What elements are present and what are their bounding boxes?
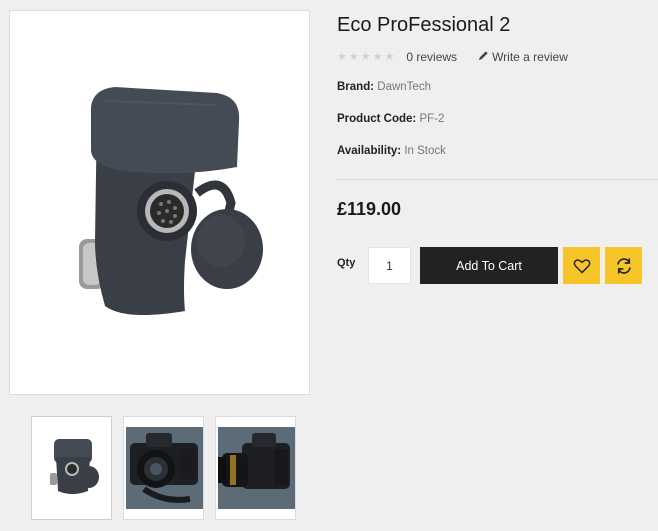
star-icon: ★: [384, 51, 395, 63]
thumbnail-camera-side[interactable]: [215, 416, 296, 520]
brand-row: Brand: DawnTech: [337, 81, 431, 93]
thumbnail-adapter[interactable]: [31, 416, 112, 520]
star-icon: ★: [337, 51, 347, 63]
rating-row: ★ ★ ★ ★ ★ 0 reviews Write a review: [337, 50, 568, 64]
compare-button[interactable]: [605, 247, 642, 284]
refresh-icon: [616, 257, 631, 274]
availability-row: Availability: In Stock: [337, 145, 446, 157]
product-code-value: PF-2: [419, 113, 445, 125]
star-rating: ★ ★ ★ ★ ★: [337, 51, 394, 63]
brand-label: Brand:: [337, 81, 375, 93]
availability-label: Availability:: [337, 145, 402, 157]
main-product-image[interactable]: [9, 10, 310, 395]
qty-input[interactable]: [368, 247, 411, 284]
product-price: £119.00: [337, 199, 402, 219]
star-icon: ★: [360, 51, 371, 63]
pencil-icon: [478, 50, 489, 64]
thumbnail-camera-front[interactable]: [123, 416, 204, 520]
add-to-cart-button[interactable]: Add To Cart: [420, 247, 558, 284]
divider: [337, 179, 658, 180]
qty-label: Qty: [337, 257, 356, 269]
product-code-label: Product Code:: [337, 113, 417, 125]
thumbnail-strip: [31, 416, 296, 520]
availability-value: In Stock: [404, 145, 446, 157]
adapter-image: [79, 87, 263, 315]
product-code-row: Product Code: PF-2: [337, 113, 444, 125]
write-review-label: Write a review: [492, 50, 568, 64]
reviews-link[interactable]: 0 reviews: [406, 50, 457, 64]
product-title: Eco ProFessional 2: [337, 14, 511, 36]
star-icon: ★: [348, 51, 359, 63]
wishlist-button[interactable]: [563, 247, 600, 284]
star-icon: ★: [372, 51, 383, 63]
heart-icon: [573, 258, 590, 274]
brand-value[interactable]: DawnTech: [377, 81, 431, 93]
write-review-link[interactable]: Write a review: [478, 50, 568, 64]
